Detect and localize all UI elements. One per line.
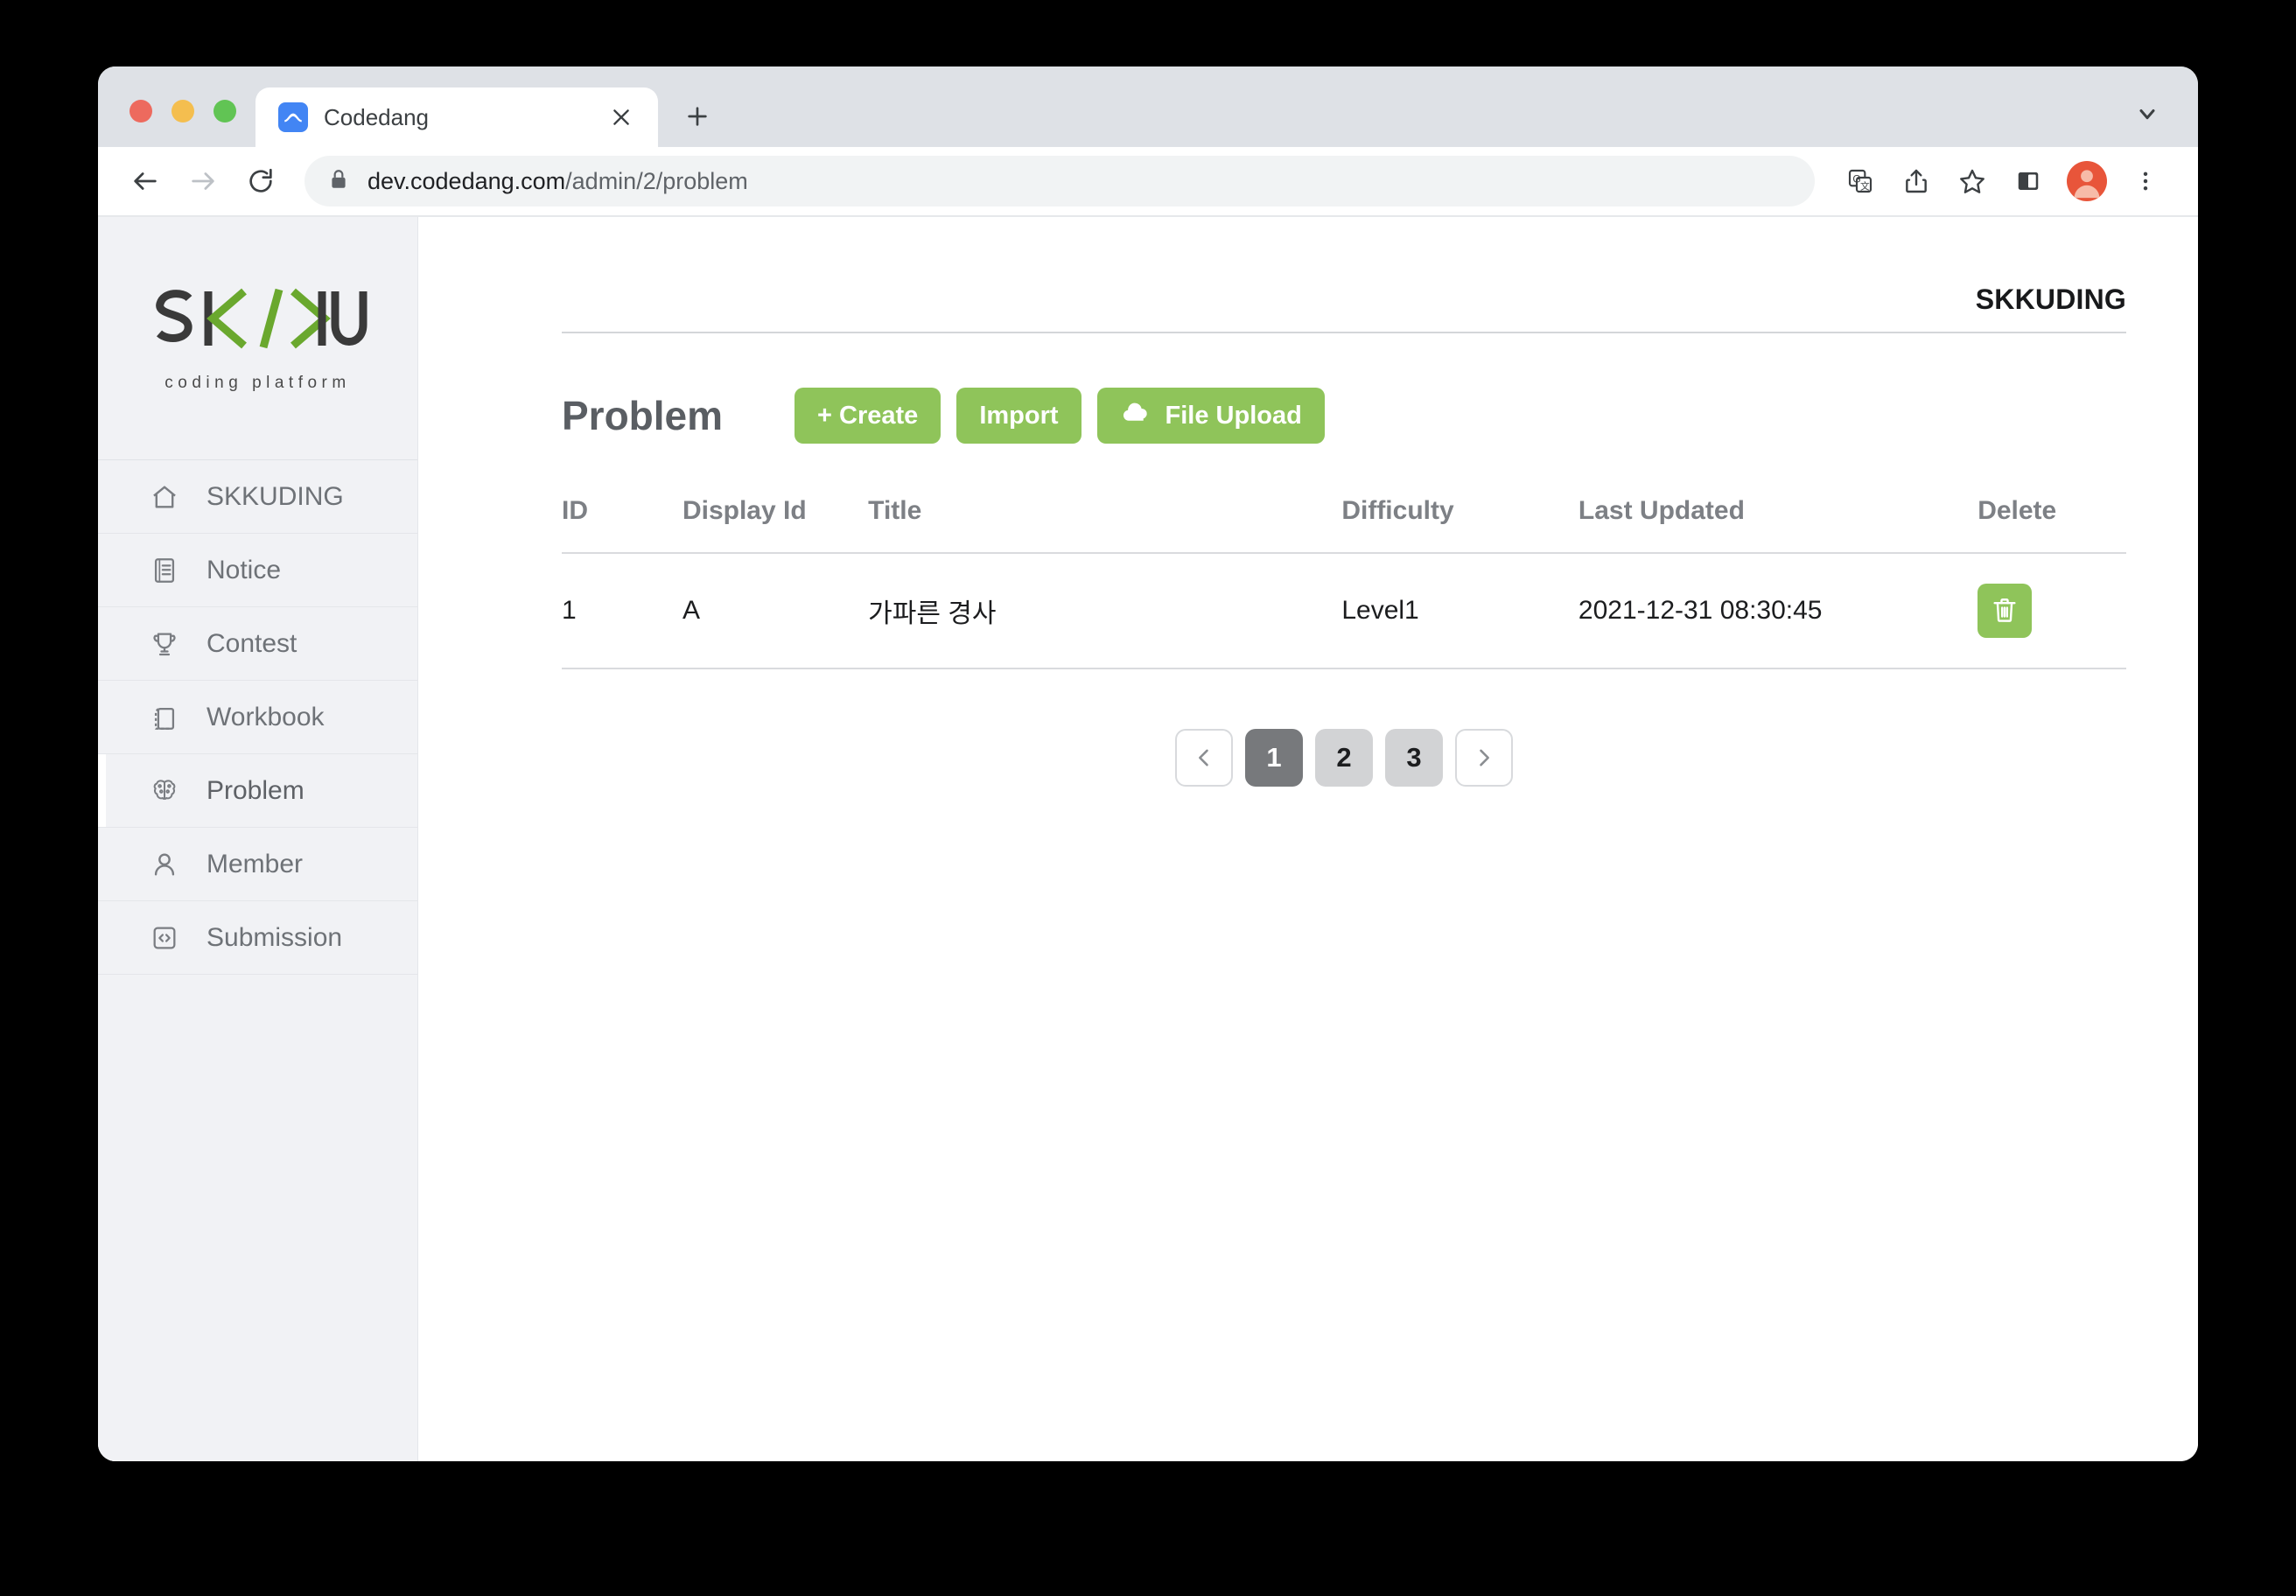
cell-last-updated: 2021-12-31 08:30:45: [1578, 553, 1978, 669]
main-content: SKKUDING Problem + Create Import File Up…: [418, 217, 2198, 1461]
url-path: /admin/2/problem: [565, 167, 748, 194]
brain-icon: [147, 774, 182, 808]
sidebar-item-label: Notice: [206, 555, 282, 584]
breadcrumb: SKKUDING: [562, 217, 2126, 333]
sidebar-item-label: Workbook: [206, 702, 325, 732]
sidebar-item-label: Member: [206, 849, 304, 878]
create-button[interactable]: + Create: [794, 388, 942, 444]
create-button-label: + Create: [817, 401, 919, 430]
maximize-window-button[interactable]: [214, 100, 236, 122]
column-header-id: ID: [562, 487, 682, 554]
cell-id: 1: [562, 553, 682, 669]
pagination-prev-button[interactable]: [1175, 729, 1233, 787]
problem-table: ID Display Id Title Difficulty Last Upda…: [562, 487, 2126, 669]
table-body: 1 A 가파른 경사 Level1 2021-12-31 08:30:45: [562, 553, 2126, 669]
tab-title: Codedang: [324, 103, 429, 130]
import-button[interactable]: Import: [956, 388, 1082, 444]
logo-subtitle: coding platform: [164, 373, 351, 392]
close-window-button[interactable]: [130, 100, 152, 122]
chevron-down-icon[interactable]: [2128, 94, 2166, 133]
sidebar-item-problem[interactable]: Problem: [98, 754, 417, 828]
pagination-page-1[interactable]: 1: [1245, 729, 1303, 787]
trash-icon: [1990, 595, 2020, 627]
table-header-row: ID Display Id Title Difficulty Last Upda…: [562, 487, 2126, 554]
lock-icon: [327, 168, 350, 195]
browser-tab[interactable]: Codedang: [256, 88, 658, 147]
import-button-label: Import: [979, 401, 1059, 430]
toolbar-icons: G 文: [1834, 155, 2172, 207]
sidebar-item-skkuding[interactable]: SKKUDING: [98, 460, 417, 534]
sidebar: coding platform SKKUDING Notice Contest …: [98, 217, 418, 1461]
reload-icon[interactable]: [234, 155, 287, 207]
sidebar-item-label: Contest: [206, 628, 298, 658]
book-icon: [147, 700, 182, 735]
page-body: coding platform SKKUDING Notice Contest …: [98, 217, 2198, 1461]
cloud-download-icon: [1120, 396, 1152, 435]
sidebar-item-label: SKKUDING: [206, 481, 344, 511]
file-upload-button-label: File Upload: [1165, 401, 1302, 430]
home-icon: [147, 480, 182, 514]
column-header-delete: Delete: [1978, 487, 2126, 554]
address-bar[interactable]: dev.codedang.com/admin/2/problem: [304, 156, 1815, 206]
page-header: Problem + Create Import File Upload: [562, 388, 2126, 444]
browser-toolbar: dev.codedang.com/admin/2/problem G 文: [98, 147, 2198, 217]
window-controls: [98, 100, 256, 147]
tab-strip: Codedang: [98, 66, 2198, 147]
side-panel-icon[interactable]: [2002, 155, 2054, 207]
minimize-window-button[interactable]: [172, 100, 194, 122]
column-header-difficulty: Difficulty: [1341, 487, 1578, 554]
brand-logo[interactable]: coding platform: [98, 217, 417, 460]
pagination-page-2[interactable]: 2: [1315, 729, 1373, 787]
url-domain: dev.codedang.com: [368, 167, 566, 194]
forward-icon[interactable]: [177, 155, 229, 207]
pagination-page-3[interactable]: 3: [1385, 729, 1443, 787]
cell-title: 가파른 경사: [868, 553, 1342, 669]
share-icon[interactable]: [1890, 155, 1942, 207]
column-header-last-updated: Last Updated: [1578, 487, 1978, 554]
cell-difficulty: Level1: [1341, 553, 1578, 669]
delete-row-button[interactable]: [1978, 584, 2033, 638]
translate-icon[interactable]: G 文: [1834, 155, 1886, 207]
sidebar-item-contest[interactable]: Contest: [98, 607, 417, 681]
svg-text:文: 文: [1860, 180, 1870, 192]
breadcrumb-text: SKKUDING: [1975, 284, 2126, 315]
pagination-next-button[interactable]: [1455, 729, 1513, 787]
column-header-display-id: Display Id: [682, 487, 869, 554]
sidebar-item-label: Submission: [206, 922, 343, 952]
browser-window: Codedang dev.codedang.com/admin/2/proble…: [98, 66, 2198, 1461]
code-brackets-icon: [147, 920, 182, 956]
document-icon: [147, 553, 182, 588]
person-icon: [147, 847, 182, 882]
bookmark-star-icon[interactable]: [1946, 155, 1998, 207]
url-text: dev.codedang.com/admin/2/problem: [368, 168, 748, 195]
skku-logo-icon: [155, 288, 367, 348]
sidebar-item-notice[interactable]: Notice: [98, 534, 417, 607]
back-icon[interactable]: [119, 155, 172, 207]
cell-display-id: A: [682, 553, 869, 669]
trophy-icon: [147, 626, 182, 662]
file-upload-button[interactable]: File Upload: [1096, 388, 1325, 444]
new-tab-button[interactable]: [674, 93, 721, 140]
sidebar-item-label: Problem: [206, 775, 304, 805]
sidebar-item-submission[interactable]: Submission: [98, 901, 417, 975]
close-tab-button[interactable]: [604, 100, 639, 135]
table-row[interactable]: 1 A 가파른 경사 Level1 2021-12-31 08:30:45: [562, 553, 2126, 669]
cell-delete: [1978, 553, 2126, 669]
codedang-favicon: [278, 102, 308, 132]
avatar[interactable]: [2067, 161, 2107, 201]
kebab-menu-icon[interactable]: [2119, 155, 2172, 207]
pagination: 1 2 3: [562, 729, 2126, 787]
page-title: Problem: [562, 393, 724, 438]
sidebar-item-workbook[interactable]: Workbook: [98, 681, 417, 754]
sidebar-item-member[interactable]: Member: [98, 828, 417, 901]
table-head: ID Display Id Title Difficulty Last Upda…: [562, 487, 2126, 554]
column-header-title: Title: [868, 487, 1342, 554]
